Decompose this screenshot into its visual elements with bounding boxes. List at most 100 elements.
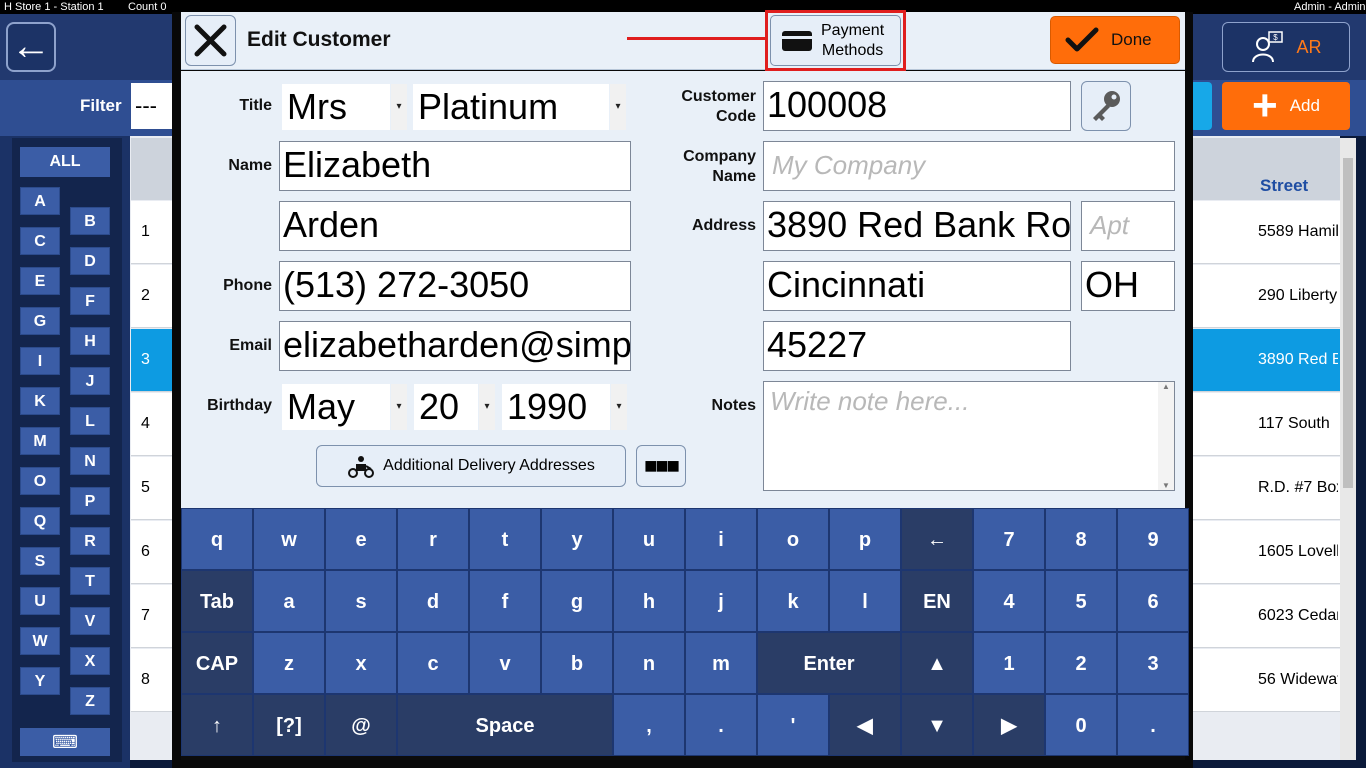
- alpha-button-l[interactable]: L: [70, 407, 110, 435]
- last-name-field[interactable]: Arden: [279, 201, 631, 251]
- up-arrow-key[interactable]: ▲: [901, 632, 973, 694]
- tab-key[interactable]: Tab: [181, 570, 253, 632]
- symbols-key[interactable]: [?]: [253, 694, 325, 756]
- key-7[interactable]: 7: [973, 508, 1045, 570]
- key-n[interactable]: n: [613, 632, 685, 694]
- alpha-all-button[interactable]: ALL: [20, 147, 110, 177]
- ar-button[interactable]: $ AR: [1222, 22, 1350, 72]
- key-3[interactable]: 3: [1117, 632, 1189, 694]
- alpha-button-x[interactable]: X: [70, 647, 110, 675]
- birth-year-dropdown-arrow-icon[interactable]: ▾: [611, 384, 627, 430]
- birth-month-dropdown-arrow-icon[interactable]: ▾: [391, 384, 407, 430]
- customer-code-field[interactable]: 100008: [763, 81, 1071, 131]
- key-0[interactable]: 0: [1045, 694, 1117, 756]
- tier-dropdown-arrow-icon[interactable]: ▾: [610, 84, 626, 130]
- alpha-button-t[interactable]: T: [70, 567, 110, 595]
- alpha-button-h[interactable]: H: [70, 327, 110, 355]
- caps-key[interactable]: CAP: [181, 632, 253, 694]
- key-x[interactable]: x: [325, 632, 397, 694]
- address-field[interactable]: 3890 Red Bank Ro: [763, 201, 1071, 251]
- key-b[interactable]: b: [541, 632, 613, 694]
- key-o[interactable]: o: [757, 508, 829, 570]
- alpha-button-y[interactable]: Y: [20, 667, 60, 695]
- alpha-button-j[interactable]: J: [70, 367, 110, 395]
- alpha-button-i[interactable]: I: [20, 347, 60, 375]
- back-button[interactable]: ←: [6, 22, 56, 72]
- key-f[interactable]: f: [469, 570, 541, 632]
- key-6[interactable]: 6: [1117, 570, 1189, 632]
- alpha-button-s[interactable]: S: [20, 547, 60, 575]
- key-1[interactable]: 1: [973, 632, 1045, 694]
- key-g[interactable]: g: [541, 570, 613, 632]
- alpha-button-r[interactable]: R: [70, 527, 110, 555]
- key-z[interactable]: z: [253, 632, 325, 694]
- alpha-button-e[interactable]: E: [20, 267, 60, 295]
- down-arrow-key[interactable]: ▼: [901, 694, 973, 756]
- alpha-button-v[interactable]: V: [70, 607, 110, 635]
- enter-key[interactable]: Enter: [757, 632, 901, 694]
- more-options-button[interactable]: ■■■: [636, 445, 686, 487]
- search-button[interactable]: [1190, 82, 1212, 130]
- alpha-button-p[interactable]: P: [70, 487, 110, 515]
- state-field[interactable]: OH: [1081, 261, 1175, 311]
- key-h[interactable]: h: [613, 570, 685, 632]
- key-8[interactable]: 8: [1045, 508, 1117, 570]
- key-d[interactable]: d: [397, 570, 469, 632]
- key-m[interactable]: m: [685, 632, 757, 694]
- key-9[interactable]: 9: [1117, 508, 1189, 570]
- key-r[interactable]: r: [397, 508, 469, 570]
- key-l[interactable]: l: [829, 570, 901, 632]
- zip-field[interactable]: 45227: [763, 321, 1071, 371]
- key-s[interactable]: s: [325, 570, 397, 632]
- space-key[interactable]: Space: [397, 694, 613, 756]
- city-field[interactable]: Cincinnati: [763, 261, 1071, 311]
- first-name-field[interactable]: Elizabeth: [279, 141, 631, 191]
- backspace-key[interactable]: ←: [901, 508, 973, 570]
- scroll-down-icon[interactable]: ▼: [1158, 481, 1174, 490]
- alpha-button-f[interactable]: F: [70, 287, 110, 315]
- birth-month-select[interactable]: May: [282, 384, 390, 430]
- left-arrow-key[interactable]: ◀: [829, 694, 901, 756]
- comma-key[interactable]: ,: [613, 694, 685, 756]
- key-u[interactable]: u: [613, 508, 685, 570]
- alpha-button-q[interactable]: Q: [20, 507, 60, 535]
- phone-field[interactable]: (513) 272-3050: [279, 261, 631, 311]
- birth-day-select[interactable]: 20: [414, 384, 478, 430]
- company-name-field[interactable]: My Company: [763, 141, 1175, 191]
- key-5[interactable]: 5: [1045, 570, 1117, 632]
- key-e[interactable]: e: [325, 508, 397, 570]
- apt-field[interactable]: Apt: [1081, 201, 1175, 251]
- key-2[interactable]: 2: [1045, 632, 1117, 694]
- language-key[interactable]: EN: [901, 570, 973, 632]
- period-key[interactable]: .: [685, 694, 757, 756]
- generate-code-button[interactable]: [1081, 81, 1131, 131]
- alpha-button-d[interactable]: D: [70, 247, 110, 275]
- keyboard-toggle-button[interactable]: ⌨: [20, 728, 110, 756]
- notes-scrollbar[interactable]: ▲ ▼: [1158, 382, 1174, 490]
- street-column-header[interactable]: Street: [1260, 176, 1308, 196]
- title-dropdown-arrow-icon[interactable]: ▾: [391, 84, 407, 130]
- period-key[interactable]: .: [1117, 694, 1189, 756]
- payment-methods-button[interactable]: Payment Methods: [770, 15, 901, 66]
- key-4[interactable]: 4: [973, 570, 1045, 632]
- title-select[interactable]: Mrs: [282, 84, 390, 130]
- key-k[interactable]: k: [757, 570, 829, 632]
- email-field[interactable]: elizabetharden@simp: [279, 321, 631, 371]
- scrollbar-thumb[interactable]: [1343, 158, 1353, 488]
- alpha-button-c[interactable]: C: [20, 227, 60, 255]
- add-button[interactable]: + Add: [1222, 82, 1350, 130]
- scroll-up-icon[interactable]: ▲: [1158, 382, 1174, 391]
- key-y[interactable]: y: [541, 508, 613, 570]
- right-arrow-key[interactable]: ▶: [973, 694, 1045, 756]
- list-scrollbar[interactable]: [1340, 138, 1356, 760]
- birth-day-dropdown-arrow-icon[interactable]: ▾: [479, 384, 495, 430]
- key-a[interactable]: a: [253, 570, 325, 632]
- key-p[interactable]: p: [829, 508, 901, 570]
- birth-year-select[interactable]: 1990: [502, 384, 610, 430]
- close-button[interactable]: [185, 15, 236, 66]
- key-q[interactable]: q: [181, 508, 253, 570]
- key-w[interactable]: w: [253, 508, 325, 570]
- alpha-button-u[interactable]: U: [20, 587, 60, 615]
- at-key[interactable]: @: [325, 694, 397, 756]
- alpha-button-n[interactable]: N: [70, 447, 110, 475]
